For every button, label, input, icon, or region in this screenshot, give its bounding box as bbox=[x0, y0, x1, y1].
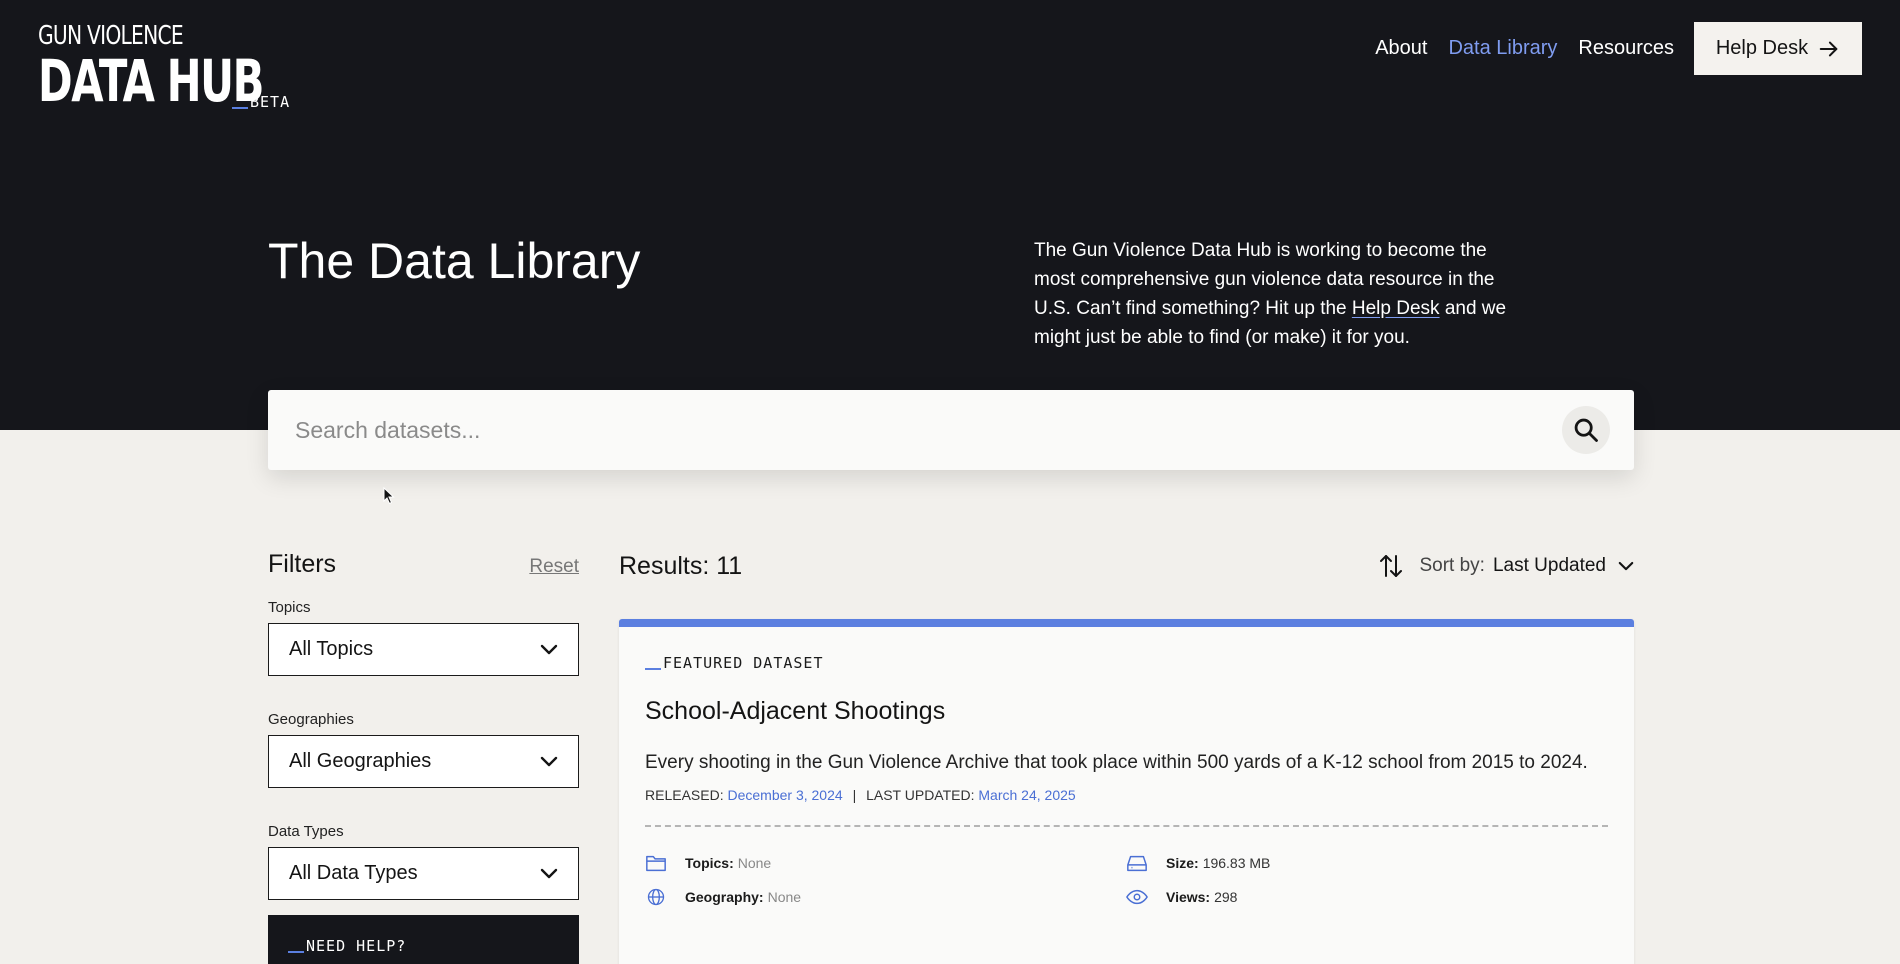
logo-line1: GUN VIOLENCE bbox=[38, 21, 184, 51]
card-divider bbox=[645, 825, 1608, 827]
geographies-select[interactable]: All Geographies bbox=[268, 735, 579, 788]
help-desk-button[interactable]: Help Desk bbox=[1694, 22, 1862, 75]
help-desk-label: Help Desk bbox=[1715, 37, 1809, 59]
featured-label: FEATURED DATASET bbox=[663, 654, 824, 672]
dataset-dates: RELEASED: December 3, 2024 | LAST UPDATE… bbox=[645, 787, 1608, 803]
meta-separator: | bbox=[852, 787, 857, 803]
sort-value[interactable]: Last Updated bbox=[1493, 555, 1606, 577]
chevron-down-icon[interactable] bbox=[1618, 561, 1634, 572]
nav-resources[interactable]: Resources bbox=[1578, 37, 1674, 60]
main-nav: About Data Library Resources Help Desk bbox=[1354, 22, 1862, 75]
dataset-title[interactable]: School-Adjacent Shootings bbox=[645, 697, 1608, 726]
need-help-label: NEED HELP? bbox=[288, 937, 406, 955]
beta-badge: BETA bbox=[232, 93, 290, 111]
filters-panel: Filters Reset Topics All Topics Geograph… bbox=[268, 550, 579, 935]
arrow-right-icon bbox=[1819, 41, 1838, 56]
page-title: The Data Library bbox=[268, 233, 641, 289]
nav-data-library[interactable]: Data Library bbox=[1448, 37, 1557, 60]
eye-icon bbox=[1126, 889, 1148, 905]
size-attr-value: 196.83 MB bbox=[1202, 855, 1271, 871]
data-types-select[interactable]: All Data Types bbox=[268, 847, 579, 900]
search-button[interactable] bbox=[1562, 406, 1610, 454]
topics-label: Topics bbox=[268, 599, 311, 616]
updated-label: LAST UPDATED: bbox=[866, 787, 975, 803]
nav-about[interactable]: About bbox=[1375, 37, 1427, 60]
reset-filters-link[interactable]: Reset bbox=[529, 556, 579, 578]
data-types-value: All Data Types bbox=[289, 862, 418, 884]
globe-icon bbox=[647, 888, 665, 906]
views-attr-value: 298 bbox=[1214, 889, 1238, 905]
data-types-label: Data Types bbox=[268, 823, 344, 840]
filters-header: Filters Reset bbox=[268, 550, 579, 579]
topics-value: All Topics bbox=[289, 638, 374, 660]
featured-dash bbox=[645, 668, 661, 670]
hard-drive-icon bbox=[1127, 855, 1147, 872]
results-count: Results: 11 bbox=[619, 552, 743, 580]
size-attr-label: Size: bbox=[1166, 855, 1199, 871]
search-icon bbox=[1574, 418, 1598, 442]
attr-views: Views: 298 bbox=[1126, 887, 1526, 907]
topics-select[interactable]: All Topics bbox=[268, 623, 579, 676]
attr-geography: Geography: None bbox=[645, 887, 1126, 907]
updated-date: March 24, 2025 bbox=[978, 787, 1076, 803]
geographies-label: Geographies bbox=[268, 711, 354, 728]
featured-badge: FEATURED DATASET bbox=[645, 654, 1608, 672]
sort-icon bbox=[1380, 555, 1403, 577]
sort-control[interactable]: Sort by: Last Updated bbox=[1379, 553, 1634, 579]
beta-label: BETA bbox=[250, 93, 291, 111]
need-help-dash bbox=[288, 951, 304, 953]
released-date: December 3, 2024 bbox=[727, 787, 843, 803]
chevron-down-icon bbox=[540, 756, 558, 766]
hero-intro: The Gun Violence Data Hub is working to … bbox=[1034, 236, 1524, 352]
featured-dataset-card[interactable]: FEATURED DATASET School-Adjacent Shootin… bbox=[619, 619, 1634, 964]
logo-line2: DATA HUB bbox=[38, 47, 264, 115]
views-attr-label: Views: bbox=[1166, 889, 1211, 905]
dataset-description: Every shooting in the Gun Violence Archi… bbox=[645, 752, 1588, 773]
search-bar bbox=[268, 390, 1634, 470]
geography-attr-label: Geography: bbox=[685, 889, 764, 905]
geographies-value: All Geographies bbox=[289, 750, 432, 772]
site-logo[interactable]: GUN VIOLENCE DATA HUB bbox=[38, 22, 351, 110]
need-help-title: NEED HELP? bbox=[306, 937, 407, 955]
geography-attr-value: None bbox=[767, 889, 802, 905]
attr-topics: Topics: None bbox=[645, 853, 1126, 873]
folder-icon bbox=[646, 855, 666, 872]
need-help-box[interactable]: NEED HELP? bbox=[268, 915, 579, 964]
topics-attr-label: Topics: bbox=[685, 855, 734, 871]
chevron-down-icon bbox=[540, 644, 558, 654]
dataset-attributes: Topics: None Size: 196.83 MB Geography: … bbox=[645, 853, 1608, 907]
sort-label: Sort by: bbox=[1419, 555, 1485, 576]
attr-size: Size: 196.83 MB bbox=[1126, 853, 1526, 873]
beta-dash bbox=[232, 107, 248, 109]
filters-title: Filters bbox=[268, 550, 337, 578]
help-desk-link[interactable]: Help Desk bbox=[1352, 298, 1440, 319]
topics-attr-value: None bbox=[737, 855, 772, 871]
search-input[interactable] bbox=[268, 390, 1562, 470]
mouse-cursor-icon bbox=[383, 487, 395, 505]
chevron-down-icon bbox=[540, 868, 558, 878]
released-label: RELEASED: bbox=[645, 787, 724, 803]
